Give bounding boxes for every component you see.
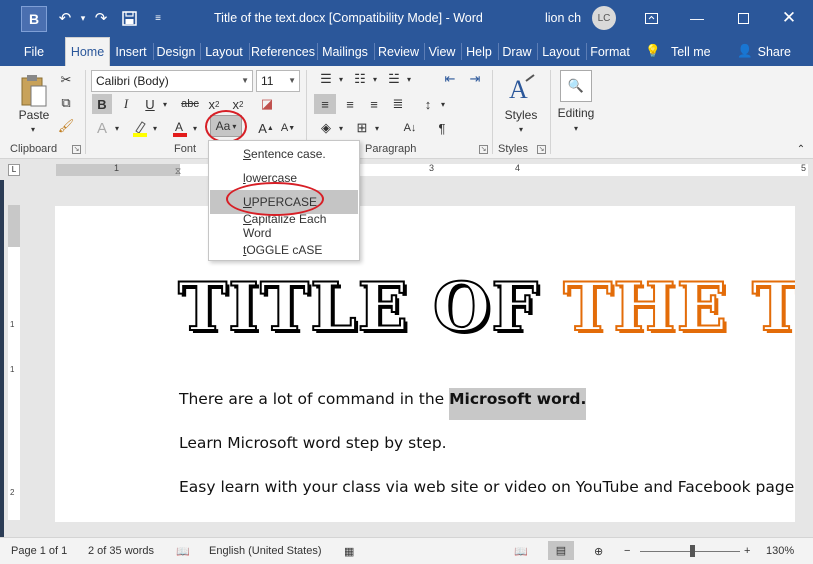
ruler-number: 5 bbox=[801, 163, 807, 173]
read-mode-icon[interactable]: 📖 bbox=[514, 545, 528, 558]
zoom-out-icon[interactable]: − bbox=[624, 545, 630, 557]
menu-item-capitalize-each-word[interactable]: Capitalize Each Word bbox=[210, 212, 358, 240]
print-layout-icon[interactable]: ▤ bbox=[548, 541, 574, 560]
selected-bold-text: Microsoft word. bbox=[449, 388, 587, 420]
vertical-scrollbar[interactable] bbox=[797, 180, 813, 537]
collapse-ribbon-icon[interactable]: ⌃ bbox=[795, 144, 807, 155]
menu-item-toggle-case[interactable]: tOGGLE cASE bbox=[210, 238, 358, 262]
menu-item-label: Capitalize Each Word bbox=[243, 212, 327, 240]
title-orange-part: THE TEXT bbox=[562, 267, 795, 347]
document-title-text[interactable]: TITLE OF THE TEXT bbox=[177, 267, 795, 347]
status-bar: Page 1 of 1 2 of 35 words 📖 English (Uni… bbox=[0, 537, 813, 564]
proofing-icon[interactable]: 📖 bbox=[176, 545, 190, 558]
macro-icon[interactable]: ▦ bbox=[344, 545, 354, 558]
menu-item-label: Sentence case. bbox=[243, 147, 326, 161]
menu-item-sentence-case[interactable]: Sentence case. bbox=[210, 142, 358, 166]
paragraph-2[interactable]: Learn Microsoft word step by step. bbox=[179, 434, 447, 452]
paragraph-1-text: There are a lot of command in the bbox=[179, 390, 450, 408]
zoom-in-icon[interactable]: + bbox=[744, 545, 750, 557]
page-count[interactable]: Page 1 of 1 bbox=[11, 545, 67, 557]
menu-item-label: tOGGLE cASE bbox=[243, 243, 323, 257]
web-layout-icon[interactable]: ⊕ bbox=[594, 545, 603, 558]
zoom-slider-thumb[interactable] bbox=[690, 545, 695, 557]
word-count[interactable]: 2 of 35 words bbox=[88, 545, 154, 557]
zoom-level[interactable]: 130% bbox=[766, 545, 794, 557]
language[interactable]: English (United States) bbox=[209, 545, 322, 557]
document-body: TITLE OF THE TEXT There are a lot of com… bbox=[0, 0, 795, 564]
annotation-circle-uppercase bbox=[226, 182, 324, 216]
paragraph-3[interactable]: Easy learn with your class via web site … bbox=[179, 478, 794, 496]
title-black-part: TITLE OF bbox=[177, 267, 564, 347]
paragraph-1[interactable]: There are a lot of command in the Micros… bbox=[179, 388, 587, 420]
